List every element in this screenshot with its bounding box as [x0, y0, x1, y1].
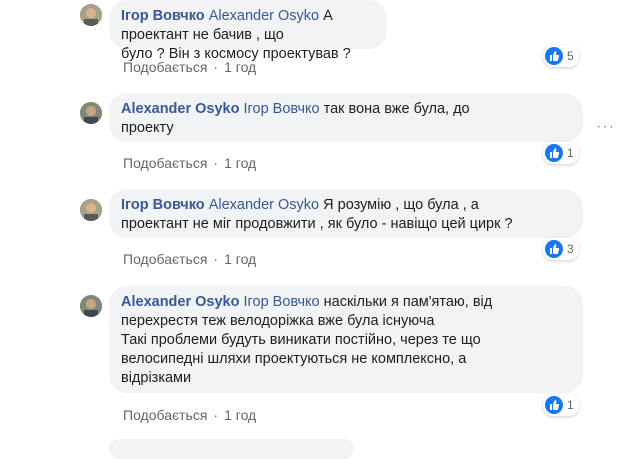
comment-text-line: проекту [121, 120, 174, 136]
comment-time[interactable]: 1 год [224, 251, 256, 267]
comment-time[interactable]: 1 год [224, 155, 256, 171]
comment-text-line: перехрестя теж велодоріжка вже була існу… [121, 313, 435, 329]
comment-actions: Подобається · 1 год [123, 407, 256, 423]
avatar[interactable] [80, 295, 102, 317]
comment-text-line: відрізками [121, 370, 192, 386]
separator-dot: · [213, 155, 219, 171]
reaction-count[interactable]: 5 [543, 45, 579, 67]
comment-actions: Подобається · 1 год [123, 59, 256, 75]
comment-author[interactable]: Ігор Вовчко [121, 8, 205, 24]
comment-bubble: Alexander Osyko Ігор Вовчко так вона вже… [109, 93, 583, 142]
like-icon [545, 396, 563, 414]
comment-mention[interactable]: Ігор Вовчко [244, 101, 320, 117]
comment-mention[interactable]: Alexander Osyko [209, 8, 319, 24]
like-icon [545, 47, 563, 65]
comment-text-line: так вона вже була, до [323, 101, 470, 117]
like-button[interactable]: Подобається [123, 407, 207, 423]
separator-dot: · [213, 59, 219, 75]
comment-author[interactable]: Alexander Osyko [121, 101, 239, 117]
comment-mention[interactable]: Alexander Osyko [209, 197, 319, 213]
avatar[interactable] [80, 199, 102, 221]
comment-bubble: Alexander Osyko Ігор Вовчко наскільки я … [109, 286, 583, 393]
comment-time[interactable]: 1 год [224, 407, 256, 423]
comment-author[interactable]: Ігор Вовчко [121, 197, 205, 213]
more-options-icon[interactable]: ··· [596, 118, 615, 136]
like-button[interactable]: Подобається [123, 251, 207, 267]
comment-author[interactable]: Alexander Osyko [121, 294, 239, 310]
comment-time[interactable]: 1 год [224, 59, 256, 75]
separator-dot: · [213, 251, 219, 267]
separator-dot: · [213, 407, 219, 423]
comment-text-line: наскільки я пам'ятаю, від [323, 294, 493, 310]
like-icon [545, 240, 563, 258]
reaction-count[interactable]: 3 [543, 238, 579, 260]
like-button[interactable]: Подобається [123, 155, 207, 171]
comment-bubble-partial [109, 439, 354, 459]
like-button[interactable]: Подобається [123, 59, 207, 75]
comment-mention[interactable]: Ігор Вовчко [244, 294, 320, 310]
comment-text-line: проектант не міг продовжити , як було - … [121, 216, 513, 232]
comment-bubble: Ігор Вовчко Alexander Osyko А проектант … [109, 0, 387, 62]
comment-actions: Подобається · 1 год [123, 155, 256, 171]
comment-text-line: велосипедні шляхи проектуються не компле… [121, 351, 467, 367]
comment-bubble: Ігор Вовчко Alexander Osyko Я розумію , … [109, 189, 583, 238]
comment-text-line: Такі проблеми будуть виникати постійно, … [121, 332, 481, 348]
reaction-count[interactable]: 1 [543, 142, 579, 164]
reaction-number: 1 [567, 398, 574, 412]
reaction-count[interactable]: 1 [543, 394, 579, 416]
avatar[interactable] [80, 4, 102, 26]
reaction-number: 5 [567, 49, 574, 63]
like-icon [545, 144, 563, 162]
comment-text-line: Я розумію , що була , а [323, 197, 479, 213]
avatar[interactable] [80, 102, 102, 124]
reaction-number: 1 [567, 146, 574, 160]
comment-actions: Подобається · 1 год [123, 251, 256, 267]
reaction-number: 3 [567, 242, 574, 256]
